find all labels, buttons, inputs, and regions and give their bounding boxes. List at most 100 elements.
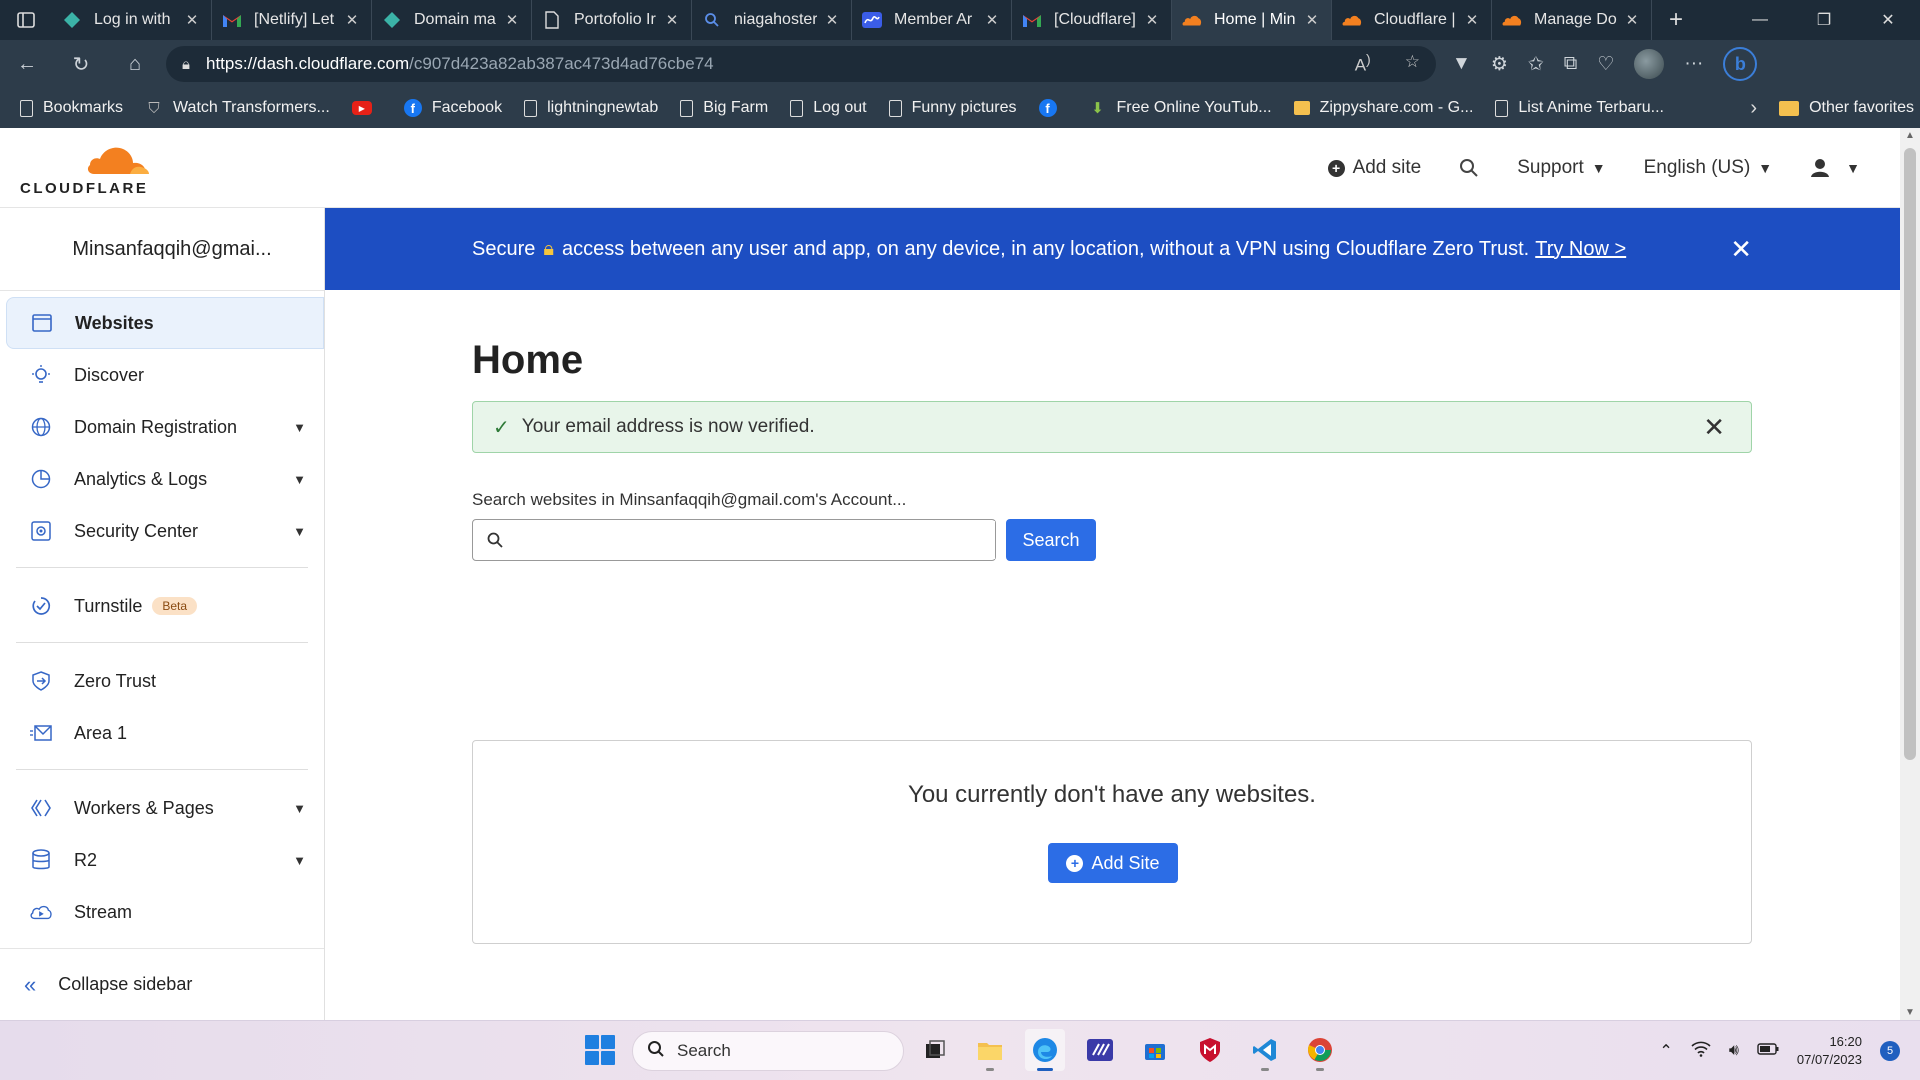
wifi-icon[interactable] <box>1691 1041 1711 1062</box>
caret-down-icon[interactable]: ▼ <box>293 472 306 487</box>
bookmark-item[interactable]: f Facebook <box>403 99 502 117</box>
profile-avatar[interactable] <box>1634 49 1665 79</box>
browser-tab[interactable]: Member Ar ✕ <box>852 0 1012 40</box>
close-window-button[interactable]: ✕ <box>1856 0 1920 40</box>
try-now-link[interactable]: Try Now > <box>1535 238 1626 261</box>
tab-actions-icon[interactable] <box>0 0 52 40</box>
url-field[interactable]: 🔒︎ https://dash.cloudflare.com/c907d423a… <box>166 46 1436 82</box>
home-button[interactable]: ⌂ <box>108 40 162 88</box>
search-websites-field[interactable] <box>472 519 996 561</box>
sidebar-item-r2[interactable]: R2 ▼ <box>0 834 324 886</box>
more-menu-icon[interactable]: ··· <box>1684 53 1703 75</box>
account-name[interactable]: Minsanfaqqih@gmai... <box>0 208 324 291</box>
close-tab-icon[interactable]: ✕ <box>983 11 1001 29</box>
microsoft-store-icon[interactable] <box>1135 1029 1175 1071</box>
close-tab-icon[interactable]: ✕ <box>823 11 841 29</box>
close-tab-icon[interactable]: ✕ <box>1463 11 1481 29</box>
collapse-sidebar-button[interactable]: « Collapse sidebar <box>0 948 324 1020</box>
sidebar-item-domain-registration[interactable]: Domain Registration ▼ <box>0 401 324 453</box>
favorites-icon[interactable]: ✩ <box>1528 53 1544 76</box>
add-site-link[interactable]: + Add site <box>1327 157 1421 179</box>
close-tab-icon[interactable]: ✕ <box>1623 11 1641 29</box>
caret-down-icon[interactable]: ▼ <box>293 524 306 539</box>
browser-tab[interactable]: [Netlify] Let ✕ <box>212 0 372 40</box>
sidebar-item-security-center[interactable]: Security Center ▼ <box>0 505 324 557</box>
minimize-button[interactable]: — <box>1728 0 1792 40</box>
browser-tab[interactable]: Portofolio Ir ✕ <box>532 0 692 40</box>
volume-icon[interactable]: 🔊︎ <box>1729 1042 1739 1060</box>
browser-tab[interactable]: Home | Min ✕ <box>1172 0 1332 40</box>
extension-v-icon[interactable]: ▼ <box>1452 53 1471 75</box>
task-view-icon[interactable] <box>915 1029 955 1071</box>
extensions-icon[interactable]: ⚙ <box>1491 53 1508 76</box>
search-websites-input[interactable] <box>513 521 995 559</box>
bookmark-item[interactable]: Zippyshare.com - G... <box>1293 99 1473 117</box>
bing-icon[interactable]: b <box>1723 47 1758 81</box>
cloudflare-logo[interactable]: CLOUDFLARE <box>20 140 160 198</box>
search-icon[interactable] <box>1459 158 1479 178</box>
browser-essentials-icon[interactable]: ♡ <box>1597 53 1614 76</box>
search-button[interactable]: Search <box>1006 519 1096 561</box>
mcafee-icon[interactable] <box>1190 1029 1230 1071</box>
favorite-star-icon[interactable]: ☆ <box>1405 52 1420 76</box>
sidebar-item-zero-trust[interactable]: Zero Trust <box>0 655 324 707</box>
browser-tab[interactable]: [Cloudflare] ✕ <box>1012 0 1172 40</box>
read-aloud-icon[interactable]: A) <box>1355 52 1371 76</box>
chevron-up-icon[interactable]: ⌃ <box>1659 1041 1672 1061</box>
taskbar-search[interactable]: Search <box>632 1031 904 1071</box>
scroll-down-icon[interactable]: ▼ <box>1900 1007 1920 1018</box>
bookmark-item[interactable]: f <box>1038 99 1067 117</box>
sidebar-item-stream[interactable]: Stream <box>0 886 324 938</box>
browser-tab[interactable]: Domain ma ✕ <box>372 0 532 40</box>
add-site-button[interactable]: + Add Site <box>1048 843 1178 883</box>
close-tab-icon[interactable]: ✕ <box>1303 11 1321 29</box>
browser-tab[interactable]: Log in with ✕ <box>52 0 212 40</box>
other-favorites[interactable]: Other favorites <box>1809 99 1914 117</box>
sidebar-item-area-1[interactable]: Area 1 <box>0 707 324 759</box>
back-button[interactable]: ← <box>0 40 54 88</box>
close-tab-icon[interactable]: ✕ <box>503 11 521 29</box>
battery-icon[interactable] <box>1757 1042 1779 1060</box>
sidebar-item-discover[interactable]: Discover <box>0 349 324 401</box>
close-tab-icon[interactable]: ✕ <box>663 11 681 29</box>
bookmark-item[interactable]: Big Farm <box>680 99 768 117</box>
scroll-up-icon[interactable]: ▲ <box>1900 130 1920 141</box>
bookmark-item[interactable]: ⬇ Free Online YouTub... <box>1089 99 1271 117</box>
vscode-icon[interactable] <box>1245 1029 1285 1071</box>
bookmark-item[interactable]: ⛉ Watch Transformers... <box>145 99 329 117</box>
close-tab-icon[interactable]: ✕ <box>183 11 201 29</box>
caret-down-icon[interactable]: ▼ <box>293 420 306 435</box>
page-scrollbar[interactable]: ▲ ▼ <box>1900 128 1920 1020</box>
powerapps-icon[interactable] <box>1080 1029 1120 1071</box>
chevron-right-icon[interactable]: › <box>1750 97 1757 120</box>
support-dropdown[interactable]: Support ▼ <box>1517 157 1605 179</box>
close-tab-icon[interactable]: ✕ <box>343 11 361 29</box>
bookmark-item[interactable]: List Anime Terbaru... <box>1495 99 1664 117</box>
windows-start-icon[interactable] <box>585 1035 615 1065</box>
bookmark-item[interactable]: Log out <box>790 99 867 117</box>
collections-icon[interactable]: ⧉ <box>1564 53 1578 75</box>
restore-button[interactable]: ❐ <box>1792 0 1856 40</box>
caret-down-icon[interactable]: ▼ <box>293 801 306 816</box>
bookmark-item[interactable]: Bookmarks <box>20 99 123 117</box>
sidebar-item-analytics-logs[interactable]: Analytics & Logs ▼ <box>0 453 324 505</box>
close-banner-icon[interactable]: ✕ <box>1730 234 1752 265</box>
scrollbar-thumb[interactable] <box>1904 148 1916 760</box>
browser-tab[interactable]: Cloudflare | ✕ <box>1332 0 1492 40</box>
language-dropdown[interactable]: English (US) ▼ <box>1644 157 1773 179</box>
clock[interactable]: 16:20 07/07/2023 <box>1797 1033 1862 1069</box>
user-menu[interactable]: ▼ <box>1810 158 1860 178</box>
edge-browser-icon[interactable] <box>1025 1029 1065 1071</box>
refresh-button[interactable]: ↻ <box>54 40 108 88</box>
close-tab-icon[interactable]: ✕ <box>1143 11 1161 29</box>
browser-tab[interactable]: Manage Do ✕ <box>1492 0 1652 40</box>
sidebar-item-turnstile[interactable]: Turnstile Beta <box>0 580 324 632</box>
close-alert-icon[interactable]: ✕ <box>1703 412 1725 443</box>
chrome-icon[interactable] <box>1300 1029 1340 1071</box>
browser-tab[interactable]: niagahoster ✕ <box>692 0 852 40</box>
new-tab-button[interactable]: + <box>1652 6 1700 34</box>
file-explorer-icon[interactable] <box>970 1029 1010 1071</box>
bookmark-item[interactable]: ▶ <box>351 101 382 115</box>
bookmark-item[interactable]: Funny pictures <box>888 99 1017 117</box>
notification-badge[interactable]: 5 <box>1880 1041 1900 1061</box>
